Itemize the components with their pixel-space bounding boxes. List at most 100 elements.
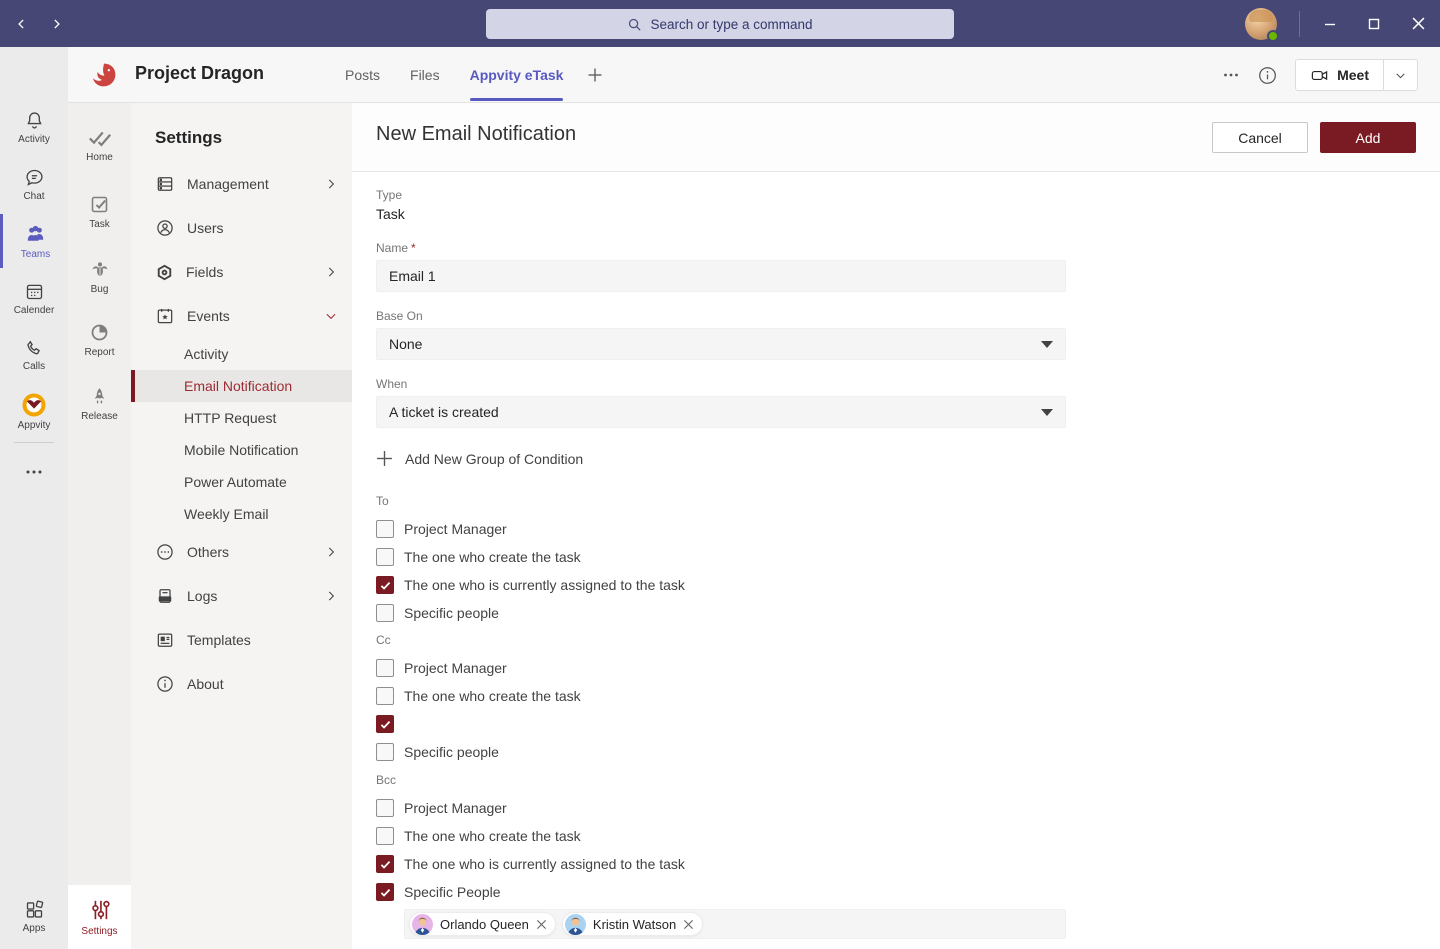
rail-item-apps[interactable]: Apps (0, 889, 68, 943)
rail-item-calender[interactable]: Calender (0, 271, 68, 325)
sidebar-item-weekly-email[interactable]: Weekly Email (131, 498, 352, 530)
team-name: Project Dragon (135, 63, 264, 84)
add-tab-button[interactable] (587, 67, 603, 83)
person-name: Orlando Queen (440, 917, 529, 932)
sidebar-item-activity-event[interactable]: Activity (131, 338, 352, 370)
checkbox-row[interactable]: The one who create the task (376, 543, 1066, 571)
specific-people-input[interactable]: Orlando Queen Kristin Watson (404, 909, 1066, 939)
title-bar: Search or type a command (0, 0, 1440, 47)
name-input[interactable] (376, 260, 1066, 292)
checkbox[interactable] (376, 827, 394, 845)
teams-people-icon (24, 223, 47, 246)
sidebar-label: Management (187, 176, 269, 192)
sidebar-item-power-automate[interactable]: Power Automate (131, 466, 352, 498)
checkbox-row[interactable] (376, 710, 1066, 738)
checkbox-label: The one who is currently assigned to the… (404, 856, 685, 872)
rail-item-chat[interactable]: Chat (0, 157, 68, 211)
sidebar-item-others[interactable]: Others (131, 530, 352, 574)
checkbox-row[interactable]: The one who is currently assigned to the… (376, 850, 1066, 878)
tab-posts[interactable]: Posts (345, 47, 380, 103)
checkbox-label: Specific people (404, 744, 499, 760)
rail2-item-settings[interactable]: Settings (68, 885, 131, 949)
checkbox-row[interactable]: The one who create the task (376, 682, 1066, 710)
sidebar-item-users[interactable]: Users (131, 206, 352, 250)
back-button[interactable] (10, 12, 34, 36)
more-apps-button[interactable] (0, 455, 68, 485)
checkbox-row[interactable]: Specific People (376, 878, 1066, 906)
rail2-item-home[interactable]: Home (68, 116, 131, 174)
add-condition-button[interactable]: Add New Group of Condition (376, 450, 583, 467)
rail-item-appvity[interactable]: Appvity (0, 385, 68, 439)
sidebar-item-email-notification[interactable]: Email Notification (131, 370, 352, 402)
chevron-right-icon (324, 265, 338, 279)
meet-button[interactable]: Meet (1296, 60, 1383, 90)
rail2-item-task[interactable]: Task (68, 183, 131, 241)
logs-icon (155, 586, 175, 606)
rail2-item-report[interactable]: Report (68, 311, 131, 369)
sidebar-label: Templates (187, 632, 251, 648)
chevron-left-icon (15, 17, 29, 31)
type-field: Type Task (376, 188, 1066, 222)
checkbox[interactable] (376, 883, 394, 901)
sidebar-label: About (187, 676, 224, 692)
checkbox[interactable] (376, 576, 394, 594)
checkbox[interactable] (376, 687, 394, 705)
base-on-dropdown[interactable]: None (376, 328, 1066, 360)
checkbox[interactable] (376, 799, 394, 817)
checkbox[interactable] (376, 743, 394, 761)
tab-files[interactable]: Files (410, 47, 440, 103)
checkbox[interactable] (376, 855, 394, 873)
add-button[interactable]: Add (1320, 122, 1416, 153)
search-input[interactable]: Search or type a command (486, 9, 954, 39)
checkbox-row[interactable]: The one who is currently assigned to the… (376, 571, 1066, 599)
checkbox-row[interactable]: The one who create the task (376, 822, 1066, 850)
rail-label: Home (86, 152, 113, 163)
sidebar-label: Users (187, 220, 224, 236)
sidebar-item-mobile-notification[interactable]: Mobile Notification (131, 434, 352, 466)
maximize-button[interactable] (1352, 0, 1396, 47)
minimize-icon (1324, 18, 1336, 30)
remove-person-button[interactable] (683, 919, 694, 930)
meet-dropdown-button[interactable] (1383, 60, 1417, 90)
sidebar-item-about[interactable]: About (131, 662, 352, 706)
checkbox[interactable] (376, 659, 394, 677)
avatar[interactable] (1245, 8, 1277, 40)
checkbox[interactable] (376, 548, 394, 566)
settings-sidebar: Settings Management Users Fields Events … (131, 103, 352, 949)
tab-appvity-etask[interactable]: Appvity eTask (470, 47, 564, 103)
checkbox[interactable] (376, 604, 394, 622)
sidebar-item-logs[interactable]: Logs (131, 574, 352, 618)
forward-button[interactable] (44, 12, 68, 36)
dropdown-caret-icon (1041, 409, 1053, 416)
more-options-button[interactable] (1222, 66, 1240, 84)
close-button[interactable] (1396, 0, 1440, 47)
teams-window: Search or type a command Project Dragon … (0, 0, 1440, 949)
sidebar-item-http-request[interactable]: HTTP Request (131, 402, 352, 434)
remove-person-button[interactable] (536, 919, 547, 930)
rail2-item-bug[interactable]: Bug (68, 247, 131, 305)
sidebar-item-fields[interactable]: Fields (131, 250, 352, 294)
panel-header: New Email Notification Cancel Add (352, 103, 1440, 172)
checkbox[interactable] (376, 520, 394, 538)
when-field: When A ticket is created (376, 377, 1066, 428)
checkbox-row[interactable]: Specific people (376, 599, 1066, 627)
checkbox[interactable] (376, 715, 394, 733)
when-dropdown[interactable]: A ticket is created (376, 396, 1066, 428)
others-ellipsis-icon (155, 542, 175, 562)
rail-item-teams[interactable]: Teams (0, 214, 68, 268)
sidebar-item-management[interactable]: Management (131, 162, 352, 206)
minimize-button[interactable] (1308, 0, 1352, 47)
rail-item-calls[interactable]: Calls (0, 328, 68, 382)
checkbox-row[interactable]: Project Manager (376, 654, 1066, 682)
sidebar-item-events[interactable]: Events (131, 294, 352, 338)
checkbox-row[interactable]: Project Manager (376, 515, 1066, 543)
checkbox-row[interactable]: Project Manager (376, 794, 1066, 822)
rail2-item-release[interactable]: Release (68, 375, 131, 433)
cancel-button[interactable]: Cancel (1212, 122, 1308, 153)
rail-item-activity[interactable]: Activity (0, 100, 68, 154)
report-pie-icon (89, 322, 110, 343)
sidebar-item-templates[interactable]: Templates (131, 618, 352, 662)
person-name: Kristin Watson (593, 917, 676, 932)
channel-info-button[interactable] (1258, 66, 1277, 85)
checkbox-row[interactable]: Specific people (376, 738, 1066, 766)
